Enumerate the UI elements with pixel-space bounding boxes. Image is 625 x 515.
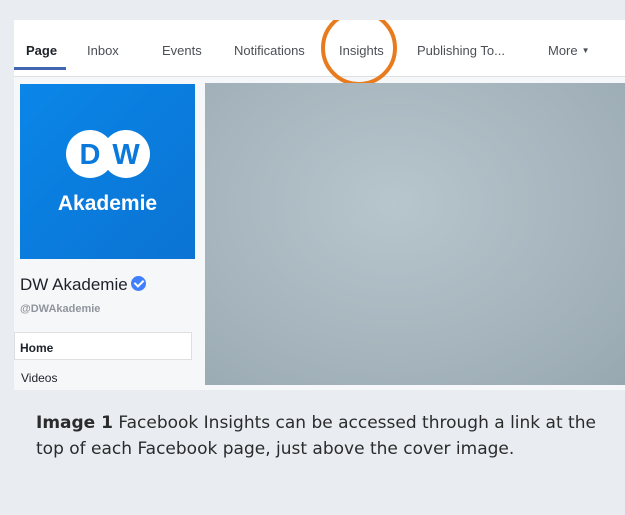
page-title[interactable]: DW Akademie xyxy=(20,275,146,295)
caret-down-icon: ▼ xyxy=(581,46,590,55)
page-tab-bar: Page Inbox Events Notifications Insights… xyxy=(14,20,625,77)
tab-events[interactable]: Events xyxy=(162,43,202,58)
tab-notifications[interactable]: Notifications xyxy=(234,43,305,58)
dw-logo-letter-w: W xyxy=(112,139,140,171)
page-name-text: DW Akademie xyxy=(20,275,128,294)
tab-publishing-tools[interactable]: Publishing To... xyxy=(417,43,505,58)
logo-wordmark: Akademie xyxy=(57,192,158,215)
tab-inbox[interactable]: Inbox xyxy=(87,43,119,58)
sidebar-item-videos[interactable]: Videos xyxy=(21,371,57,385)
tab-more[interactable]: More ▼ xyxy=(548,43,590,58)
active-tab-indicator xyxy=(14,67,66,70)
verified-badge-icon xyxy=(130,276,146,291)
dw-logo-letter-d: D xyxy=(80,139,101,171)
profile-picture[interactable]: D W Akademie xyxy=(20,84,195,259)
facebook-page-screenshot: Page Inbox Events Notifications Insights… xyxy=(14,20,625,390)
sidebar-item-home[interactable]: Home xyxy=(14,332,192,360)
tab-page[interactable]: Page xyxy=(26,43,57,58)
caption-text: Facebook Insights can be accessed throug… xyxy=(36,413,596,459)
cover-photo[interactable] xyxy=(205,83,625,385)
caption-label: Image 1 xyxy=(36,413,113,433)
figure-caption: Image 1 Facebook Insights can be accesse… xyxy=(36,410,596,462)
page-handle[interactable]: @DWAkademie xyxy=(20,303,100,315)
dw-logo-icon: D W xyxy=(66,130,150,178)
tab-more-label: More xyxy=(548,43,578,58)
